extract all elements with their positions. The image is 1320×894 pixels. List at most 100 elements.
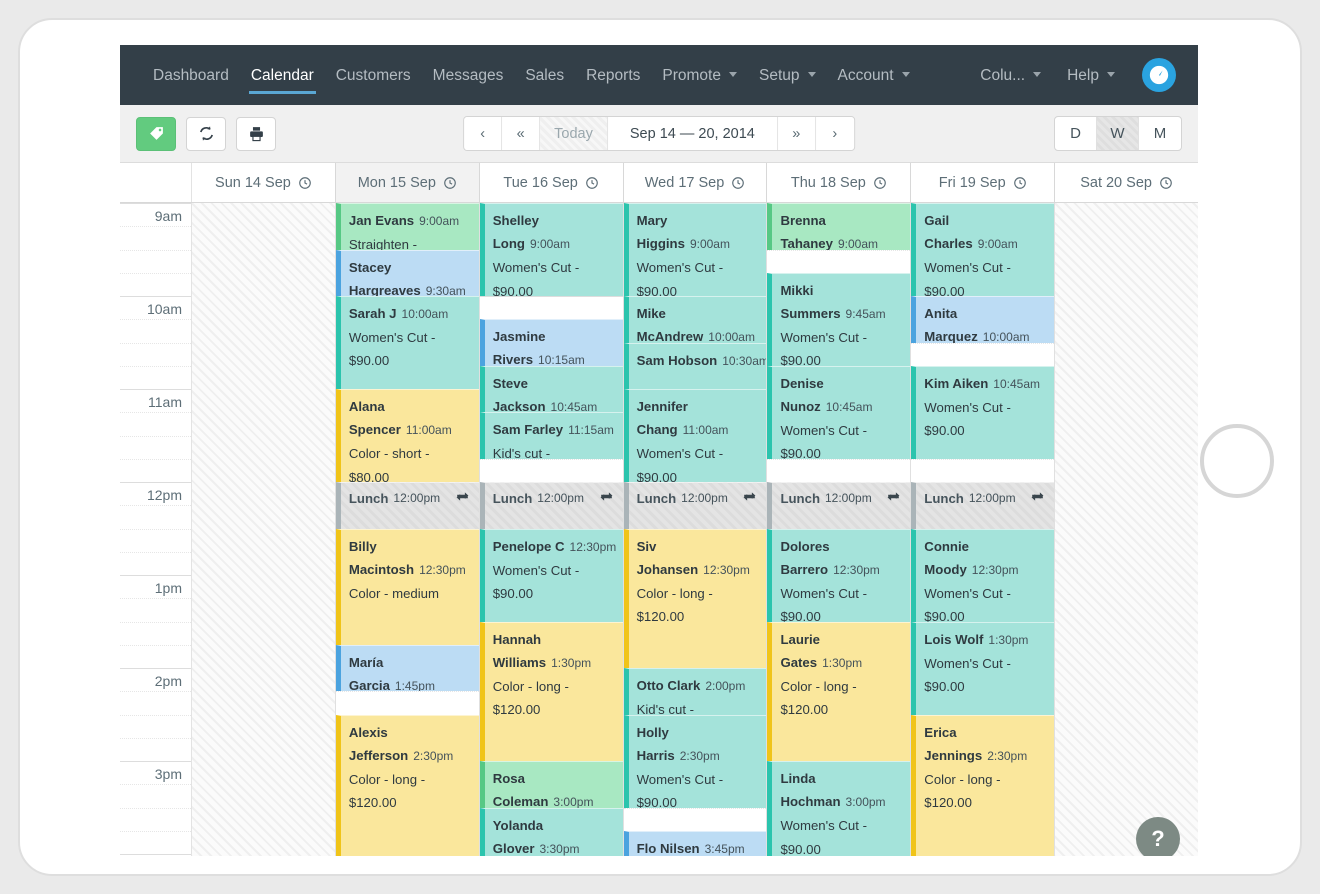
appointment-block[interactable]: Lunch 12:00pm: [911, 482, 1055, 529]
appointment-block[interactable]: MaríaGarcia1:45pmBlow Wave -$60.00: [335, 644, 479, 692]
appointment-customer: Nunoz: [780, 398, 821, 414]
appointment-block[interactable]: Jasmine Rivers 10:15am: [479, 319, 623, 366]
appointment-block[interactable]: Billy Macintosh 12:30pm Color - medium: [335, 528, 479, 645]
day-column-tue[interactable]: Shelley Long 9:00am Women's Cut - $90.00 Jasm…: [479, 203, 624, 856]
appointment-time: 11:00am: [405, 423, 452, 438]
view-button-m[interactable]: M: [1139, 117, 1181, 150]
appointment-block[interactable]: Mike McAndrew 10:00am: [623, 296, 767, 343]
day-header-fri[interactable]: Fri 19 Sep: [911, 163, 1056, 202]
time-slot-line: [120, 342, 191, 344]
today-button[interactable]: Today: [540, 117, 608, 150]
refresh-button[interactable]: [186, 116, 226, 151]
appointment-block[interactable]: Lois Wolf 1:30pm Women's Cut - $90.00: [911, 621, 1055, 715]
appointment-block[interactable]: Lunch 12:00pm: [767, 482, 911, 529]
help-button[interactable]: ?: [1136, 817, 1180, 856]
appointment-block[interactable]: Anita Marquez 10:00am: [911, 296, 1055, 343]
date-range-label[interactable]: Sep 14 — 20, 2014: [607, 117, 778, 150]
prev-day-button[interactable]: ‹: [464, 117, 503, 150]
appointment-service: $90.00: [636, 469, 677, 482]
appointment-block[interactable]: Otto Clark2:00pmKid's cut -$35.00: [623, 668, 767, 715]
clock-icon[interactable]: [585, 176, 599, 190]
hour-label: 12pm: [146, 487, 182, 503]
appointment-block[interactable]: Gail Charles 9:00am Women's Cut - $90.00: [911, 203, 1055, 296]
day-column-wed[interactable]: Mary Higgins 9:00am Women's Cut - $90.00 Mike…: [623, 203, 768, 856]
day-column-sat[interactable]: [1055, 203, 1198, 856]
day-header-sat[interactable]: Sat 20 Sep: [1055, 163, 1198, 202]
appointment-block[interactable]: Mary Higgins 9:00am Women's Cut - $90.00: [623, 203, 767, 296]
clock-icon[interactable]: [443, 176, 457, 190]
prev-week-button[interactable]: «: [502, 117, 541, 150]
appointment-block[interactable]: Erica Jennings 2:30pm Color - long - $120.00: [911, 714, 1055, 856]
appointment-block[interactable]: Rosa Coleman 3:00pm: [479, 761, 623, 808]
nav-item-colu[interactable]: Colu...: [969, 66, 1052, 85]
appointment-block[interactable]: Flo Nilsen 3:45pm: [623, 830, 767, 856]
appointment-block[interactable]: Kim Aiken 10:45am Women's Cut - $90.00: [911, 365, 1055, 459]
appointment-block[interactable]: Sarah J 10:00am Women's Cut - $90.00: [335, 296, 479, 389]
view-button-w[interactable]: W: [1097, 117, 1139, 150]
appointment-block[interactable]: Siv Johansen 12:30pm Color - long - $120.00: [623, 528, 767, 668]
appointment-time: 10:30am: [722, 353, 767, 368]
nav-item-reports[interactable]: Reports: [575, 66, 651, 85]
appointment-block[interactable]: Sam Hobson 10:30am: [623, 342, 767, 389]
appointment-block[interactable]: Stacey Hargreaves 9:30am: [335, 249, 479, 296]
day-header-thu[interactable]: Thu 18 Sep: [767, 163, 912, 202]
day-column-fri[interactable]: Gail Charles 9:00am Women's Cut - $90.00 Anit…: [911, 203, 1056, 856]
nav-item-messages[interactable]: Messages: [422, 66, 515, 85]
appointment-block[interactable]: Penelope C 12:30pm Women's Cut - $90.00: [479, 528, 623, 622]
nav-item-sales[interactable]: Sales: [514, 66, 575, 85]
day-column-thu[interactable]: Brenna Tahaney 9:00am Mikki Summers 9:45am Wom…: [767, 203, 912, 856]
clock-icon[interactable]: [873, 176, 887, 190]
appointment-block[interactable]: Shelley Long 9:00am Women's Cut - $90.00: [479, 203, 623, 296]
user-avatar[interactable]: [1142, 58, 1176, 92]
nav-item-help[interactable]: Help: [1056, 66, 1126, 85]
appointment-block[interactable]: Lunch 12:00pm: [623, 482, 767, 529]
next-week-button[interactable]: »: [777, 117, 816, 150]
appointment-block[interactable]: Steve Jackson 10:45am: [479, 365, 623, 413]
clock-icon[interactable]: [1159, 176, 1173, 190]
nav-item-dashboard[interactable]: Dashboard: [142, 66, 240, 85]
appointment-block[interactable]: Hannah Williams 1:30pm Color - long - $120.0…: [479, 621, 623, 785]
tag-button[interactable]: [136, 116, 176, 151]
nav-item-calendar[interactable]: Calendar: [240, 66, 325, 94]
appointment-block[interactable]: Yolanda Glover 3:30pm: [479, 807, 623, 856]
clock-icon[interactable]: [1013, 176, 1027, 190]
appointment-block[interactable]: Mikki Summers 9:45am Women's Cut - $90.00: [767, 272, 911, 366]
appointment-block[interactable]: Alana Spencer 11:00am Color - short - $80.00: [335, 389, 479, 482]
nav-item-account[interactable]: Account: [827, 66, 921, 85]
appointment-customer: Spencer: [348, 422, 401, 438]
nav-item-setup[interactable]: Setup: [748, 66, 827, 85]
appointment-customer: Tahaney: [780, 236, 833, 250]
day-header-sun[interactable]: Sun 14 Sep: [192, 163, 336, 202]
appointment-block[interactable]: Connie Moody 12:30pm Women's Cut - $90.00: [911, 528, 1055, 622]
appointment-time: 12:00pm: [681, 491, 728, 505]
day-column-mon[interactable]: Jan Evans9:00amStraighten -$60.00StaceyH…: [335, 203, 480, 856]
appointment-block[interactable]: Lunch 12:00pm: [335, 482, 479, 529]
appointment-block[interactable]: Laurie Gates 1:30pm Color - long - $120.00: [767, 621, 911, 761]
appointment-block[interactable]: Denise Nunoz 10:45am Women's Cut - $90.00: [767, 365, 911, 459]
nav-item-promote[interactable]: Promote: [651, 66, 748, 85]
appointment-block[interactable]: Lunch 12:00pm: [479, 482, 623, 529]
appointment-block[interactable]: Jan Evans9:00amStraighten -$60.00: [335, 203, 479, 250]
clock-icon[interactable]: [731, 176, 745, 190]
appointment-block[interactable]: Alexis Jefferson 2:30pm Color - long - $120.…: [335, 714, 479, 856]
day-header-tue[interactable]: Tue 16 Sep: [480, 163, 624, 202]
appointment-block[interactable]: Sam Farley11:15amKid's cut -$35.00: [479, 412, 623, 459]
view-button-d[interactable]: D: [1055, 117, 1097, 150]
day-header-mon[interactable]: Mon 15 Sep: [335, 163, 480, 202]
day-header-wed[interactable]: Wed 17 Sep: [624, 163, 768, 202]
appointment-block[interactable]: Linda Hochman 3:00pm Women's Cut - $90.00: [767, 761, 911, 856]
appointment-customer: Jennifer: [636, 399, 688, 414]
clock-icon[interactable]: [298, 176, 312, 190]
day-column-sun[interactable]: [192, 203, 336, 856]
time-slot-line: [335, 691, 479, 693]
appointment-customer: María: [348, 654, 384, 670]
next-day-button[interactable]: ›: [815, 117, 854, 150]
appointment-block[interactable]: Jennifer Chang 11:00am Women's Cut - $90.00: [623, 389, 767, 482]
appointment-block[interactable]: Brenna Tahaney 9:00am: [767, 203, 911, 250]
appointment-block[interactable]: Dolores Barrero 12:30pm Women's Cut - $90.00: [767, 528, 911, 622]
nav-item-customers[interactable]: Customers: [325, 66, 422, 85]
time-slot-line: [767, 249, 911, 251]
appointment-customer: Rosa: [492, 771, 525, 786]
print-button[interactable]: [236, 116, 276, 151]
appointment-block[interactable]: Holly Harris 2:30pm Women's Cut - $90.00: [623, 714, 767, 808]
